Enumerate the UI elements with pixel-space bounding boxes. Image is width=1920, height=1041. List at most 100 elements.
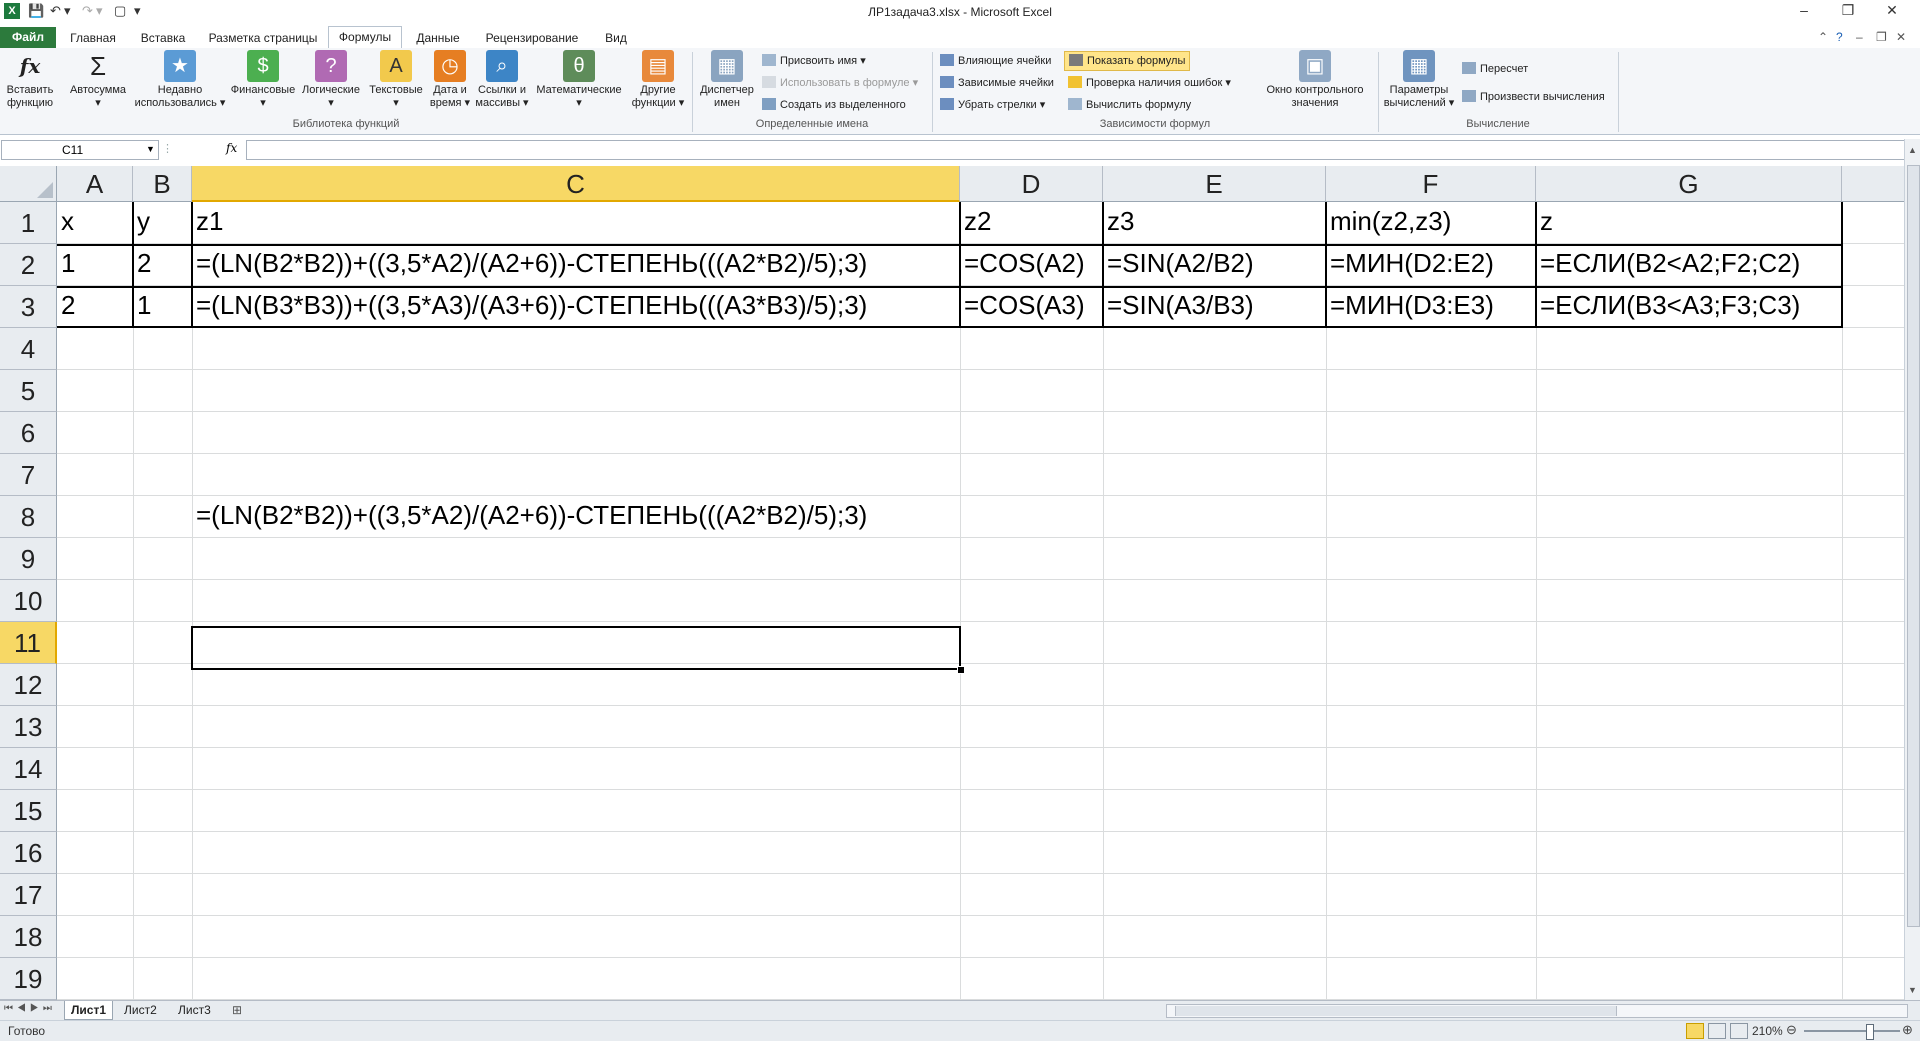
active-cell-c11[interactable] xyxy=(191,626,961,670)
tab-review[interactable]: Рецензирование xyxy=(476,28,588,48)
row-header-15[interactable]: 15 xyxy=(0,790,57,832)
logical-button[interactable]: ? Логические ▾ xyxy=(298,50,364,110)
close-button[interactable]: ✕ xyxy=(1872,2,1912,22)
row-header-10[interactable]: 10 xyxy=(0,580,57,622)
fill-handle[interactable] xyxy=(957,666,965,674)
page-layout-view-icon[interactable] xyxy=(1708,1023,1726,1039)
zoom-slider-thumb[interactable] xyxy=(1866,1024,1874,1040)
vertical-scrollbar[interactable]: ▲ ▼ xyxy=(1904,139,1920,1000)
row-header-12[interactable]: 12 xyxy=(0,664,57,706)
remove-arrows-button[interactable]: Убрать стрелки ▾ xyxy=(940,96,1045,114)
cell-e3[interactable]: =SIN(A3/B3) xyxy=(1103,290,1254,321)
date-time-button[interactable]: ◷ Дата и время ▾ xyxy=(428,50,472,110)
recently-used-button[interactable]: ★ Недавно использовались ▾ xyxy=(132,50,228,110)
cell-d1[interactable]: z2 xyxy=(960,206,991,237)
horizontal-scroll-thumb[interactable] xyxy=(1175,1006,1617,1016)
cell-g3[interactable]: =ЕСЛИ(B3<A3;F3;C3) xyxy=(1536,290,1800,321)
calculate-now-button[interactable]: Пересчет xyxy=(1462,60,1528,78)
cell-g1[interactable]: z xyxy=(1536,206,1553,237)
cell-a1[interactable]: x xyxy=(57,206,74,237)
column-header-a[interactable]: A xyxy=(57,166,133,202)
insert-sheet-icon[interactable]: ⊞ xyxy=(232,1003,242,1017)
cell-c8[interactable]: =(LN(B2*B2))+((3,5*A2)/(A2+6))-СТЕПЕНЬ((… xyxy=(192,500,867,531)
autosum-button[interactable]: Σ Автосумма ▾ xyxy=(66,50,130,110)
trace-precedents-button[interactable]: Влияющие ячейки xyxy=(940,52,1051,70)
sheet-tab-1[interactable]: Лист1 xyxy=(64,1001,114,1020)
cell-b3[interactable]: 1 xyxy=(133,290,151,321)
doc-minimize-icon[interactable]: – xyxy=(1856,30,1863,44)
zoom-level[interactable]: 210% xyxy=(1752,1024,1783,1038)
normal-view-icon[interactable] xyxy=(1686,1023,1704,1039)
horizontal-scrollbar[interactable] xyxy=(1166,1004,1908,1018)
zoom-out-icon[interactable]: ⊖ xyxy=(1786,1022,1797,1038)
help-icon[interactable]: ? xyxy=(1836,30,1843,44)
restore-button[interactable]: ❐ xyxy=(1828,2,1868,22)
tab-data[interactable]: Данные xyxy=(408,28,468,48)
insert-function-button[interactable]: fx Вставить функцию xyxy=(2,50,58,110)
row-header-19[interactable]: 19 xyxy=(0,958,57,1000)
cell-c3[interactable]: =(LN(B3*B3))+((3,5*A3)/(A3+6))-СТЕПЕНЬ((… xyxy=(192,290,867,321)
tab-insert[interactable]: Вставка xyxy=(130,28,196,48)
row-header-17[interactable]: 17 xyxy=(0,874,57,916)
doc-restore-icon[interactable]: ❐ xyxy=(1876,30,1887,44)
tab-formulas[interactable]: Формулы xyxy=(328,26,402,50)
row-header-18[interactable]: 18 xyxy=(0,916,57,958)
cell-f2[interactable]: =МИН(D2:E2) xyxy=(1326,248,1494,279)
cell-d3[interactable]: =COS(A3) xyxy=(960,290,1085,321)
row-header-7[interactable]: 7 xyxy=(0,454,57,496)
cell-g2[interactable]: =ЕСЛИ(B2<A2;F2;C2) xyxy=(1536,248,1800,279)
sheet-nav-icons[interactable]: ⏮◀▶⏭ xyxy=(4,1003,56,1014)
scroll-down-icon[interactable]: ▼ xyxy=(1908,985,1917,995)
row-header-16[interactable]: 16 xyxy=(0,832,57,874)
scroll-up-icon[interactable]: ▲ xyxy=(1908,145,1917,155)
calculate-sheet-button[interactable]: Произвести вычисления xyxy=(1462,88,1605,106)
lookup-reference-button[interactable]: ⌕ Ссылки и массивы ▾ xyxy=(474,50,530,110)
row-header-9[interactable]: 9 xyxy=(0,538,57,580)
zoom-in-icon[interactable]: ⊕ xyxy=(1902,1022,1913,1038)
select-all-corner[interactable] xyxy=(0,166,57,202)
calculation-options-button[interactable]: ▦ Параметры вычислений ▾ xyxy=(1382,50,1456,110)
name-box-dropdown-icon[interactable]: ▼ xyxy=(146,144,155,154)
use-in-formula-button[interactable]: Использовать в формуле ▾ xyxy=(762,74,918,92)
cell-a2[interactable]: 1 xyxy=(57,248,75,279)
page-break-view-icon[interactable] xyxy=(1730,1023,1748,1039)
cell-c2[interactable]: =(LN(B2*B2))+((3,5*A2)/(A2+6))-СТЕПЕНЬ((… xyxy=(192,248,867,279)
row-header-13[interactable]: 13 xyxy=(0,706,57,748)
sheet-tab-3[interactable]: Лист3 xyxy=(172,1001,217,1019)
column-header-c[interactable]: C xyxy=(192,166,960,202)
row-header-3[interactable]: 3 xyxy=(0,286,57,328)
cell-a3[interactable]: 2 xyxy=(57,290,75,321)
name-manager-button[interactable]: ▦ Диспетчер имен xyxy=(696,50,758,110)
evaluate-formula-button[interactable]: Вычислить формулу xyxy=(1068,96,1191,114)
cell-e1[interactable]: z3 xyxy=(1103,206,1134,237)
show-formulas-button[interactable]: Показать формулы xyxy=(1064,51,1191,71)
define-name-button[interactable]: Присвоить имя ▾ xyxy=(762,52,866,70)
column-header-b[interactable]: B xyxy=(133,166,192,202)
zoom-slider[interactable] xyxy=(1804,1030,1900,1032)
column-header-e[interactable]: E xyxy=(1103,166,1326,202)
formula-input[interactable] xyxy=(246,140,1908,160)
tab-file[interactable]: Файл xyxy=(0,27,56,48)
row-header-2[interactable]: 2 xyxy=(0,244,57,286)
cell-f3[interactable]: =МИН(D3:E3) xyxy=(1326,290,1494,321)
row-header-8[interactable]: 8 xyxy=(0,496,57,538)
more-functions-button[interactable]: ▤ Другие функции ▾ xyxy=(628,50,688,110)
minimize-button[interactable]: – xyxy=(1784,2,1824,22)
math-trig-button[interactable]: θ Математические ▾ xyxy=(532,50,626,110)
cell-b2[interactable]: 2 xyxy=(133,248,151,279)
financial-button[interactable]: $ Финансовые ▾ xyxy=(230,50,296,110)
tab-home[interactable]: Главная xyxy=(62,28,124,48)
trace-dependents-button[interactable]: Зависимые ячейки xyxy=(940,74,1054,92)
name-box[interactable]: C11 ▼ xyxy=(1,140,159,160)
cell-b1[interactable]: y xyxy=(133,206,150,237)
watch-window-button[interactable]: ▣ Окно контрольного значения xyxy=(1256,50,1374,110)
ribbon-minimize-icon[interactable]: ⌃ xyxy=(1818,30,1828,44)
row-header-4[interactable]: 4 xyxy=(0,328,57,370)
create-from-selection-button[interactable]: Создать из выделенного xyxy=(762,96,906,114)
row-header-14[interactable]: 14 xyxy=(0,748,57,790)
tab-page-layout[interactable]: Разметка страницы xyxy=(204,28,322,48)
row-header-5[interactable]: 5 xyxy=(0,370,57,412)
cell-c1[interactable]: z1 xyxy=(192,206,223,237)
sheet-tab-2[interactable]: Лист2 xyxy=(118,1001,163,1019)
column-header-d[interactable]: D xyxy=(960,166,1103,202)
